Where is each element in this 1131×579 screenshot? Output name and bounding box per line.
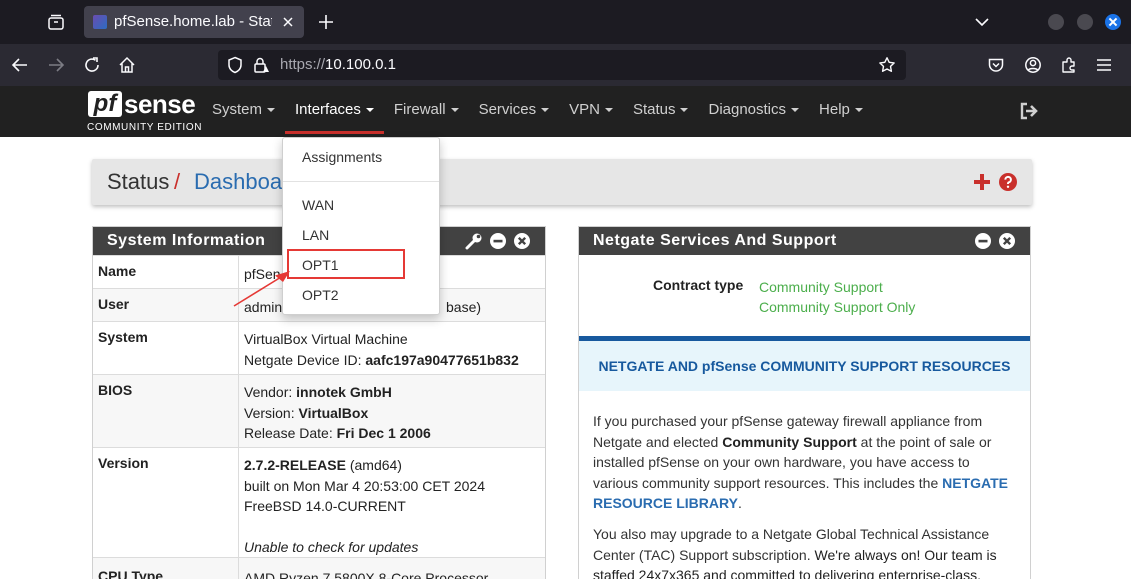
panel-header: Netgate Services And Support — [579, 227, 1030, 255]
back-arrow-icon[interactable] — [8, 53, 32, 77]
nav-firewall[interactable]: Firewall — [384, 86, 469, 134]
netgate-support-panel: Netgate Services And Support Contract ty… — [578, 226, 1031, 579]
pfsense-header: pf sense COMMUNITY EDITION System Interf… — [0, 86, 1131, 137]
nav-diagnostics[interactable]: Diagnostics — [698, 86, 809, 134]
caret-down-icon — [854, 108, 863, 113]
support-paragraph-2: You also may upgrade to a Netgate Global… — [593, 526, 997, 579]
annotation-arrow-icon — [233, 271, 290, 307]
caret-down-icon — [365, 108, 374, 113]
add-widget-plus-icon[interactable] — [972, 172, 992, 192]
menu-item-opt2[interactable]: OPT2 — [283, 281, 439, 309]
caret-down-icon — [604, 108, 613, 113]
browser-tab-bar: pfSense.home.lab - Status: Dashboard — [0, 0, 1131, 44]
list-all-tabs-icon[interactable] — [970, 10, 994, 34]
extensions-puzzle-icon[interactable] — [1057, 53, 1081, 77]
hamburger-menu-icon[interactable] — [1092, 53, 1116, 77]
contract-type-value: Community Support Community Support Only — [759, 279, 916, 315]
tracking-shield-icon[interactable] — [226, 56, 244, 79]
account-icon[interactable] — [1021, 53, 1045, 77]
breadcrumb: Status / Dashboa — [92, 159, 1032, 205]
menu-divider — [283, 181, 439, 182]
caret-down-icon — [450, 108, 459, 113]
forward-arrow-icon[interactable] — [44, 53, 68, 77]
close-x-icon[interactable] — [998, 232, 1016, 260]
tab-overview-icon[interactable] — [44, 10, 68, 34]
new-tab-icon[interactable] — [314, 10, 338, 34]
browser-nav-bar: https://10.100.0.1 — [0, 44, 1131, 86]
breadcrumb-separator: / — [174, 169, 181, 194]
reload-icon[interactable] — [80, 53, 104, 77]
support-resources-banner: NETGATE AND pfSense COMMUNITY SUPPORT RE… — [579, 336, 1030, 391]
caret-down-icon — [680, 108, 689, 113]
table-row: CPU Type AMD Ryzen 7 5800X 8-Core Proces… — [93, 557, 545, 579]
nav-interfaces[interactable]: Interfaces — [285, 86, 384, 134]
menu-item-lan[interactable]: LAN — [283, 221, 439, 249]
caret-down-icon — [267, 108, 276, 113]
nav-services[interactable]: Services — [469, 86, 560, 134]
interfaces-dropdown-menu: Assignments WAN LAN OPT1 OPT2 — [282, 137, 440, 315]
browser-tab-active[interactable]: pfSense.home.lab - Status: Dashboard — [84, 6, 304, 38]
logout-icon[interactable] — [1018, 100, 1040, 122]
page-content: Status / Dashboa System Information Name… — [0, 137, 1131, 579]
tab-title: pfSense.home.lab - Status: Dashboard — [114, 13, 272, 30]
table-row: System VirtualBox Virtual Machine Netgat… — [93, 321, 545, 374]
main-nav: System Interfaces Firewall Services VPN … — [202, 86, 873, 137]
insecure-lock-icon[interactable] — [252, 56, 270, 79]
caret-down-icon — [791, 108, 800, 113]
pfsense-logo[interactable]: pf sense COMMUNITY EDITION — [87, 89, 201, 133]
table-row: BIOS Vendor: innotek GmbH Version: Virtu… — [93, 374, 545, 447]
pocket-icon[interactable] — [984, 53, 1008, 77]
nav-vpn[interactable]: VPN — [559, 86, 623, 134]
nav-system[interactable]: System — [202, 86, 285, 134]
bookmark-star-icon[interactable] — [878, 56, 896, 79]
caret-down-icon — [541, 108, 550, 113]
highlight-annotation-box — [287, 249, 405, 279]
contract-type-label: Contract type — [653, 277, 744, 293]
breadcrumb-section: Status — [107, 169, 170, 194]
window-maximize-button[interactable] — [1077, 14, 1093, 30]
window-minimize-button[interactable] — [1048, 14, 1064, 30]
window-close-button[interactable] — [1105, 14, 1121, 30]
nav-help[interactable]: Help — [809, 86, 873, 134]
nav-status[interactable]: Status — [623, 86, 699, 134]
table-row: Version 2.7.2-RELEASE (amd64) built on M… — [93, 447, 545, 557]
menu-item-wan[interactable]: WAN — [283, 191, 439, 219]
home-icon[interactable] — [115, 53, 139, 77]
support-paragraph-1: If you purchased your pfSense gateway fi… — [593, 413, 1008, 511]
url-text[interactable]: https://10.100.0.1 — [280, 50, 396, 80]
menu-item-assignments[interactable]: Assignments — [283, 143, 439, 171]
minimize-minus-icon[interactable] — [974, 232, 992, 260]
tab-close-icon[interactable] — [278, 12, 298, 32]
help-question-icon[interactable] — [998, 172, 1018, 192]
pfsense-favicon-icon — [93, 15, 107, 29]
url-bar[interactable]: https://10.100.0.1 — [218, 50, 906, 80]
breadcrumb-page-link[interactable]: Dashboa — [194, 159, 282, 205]
